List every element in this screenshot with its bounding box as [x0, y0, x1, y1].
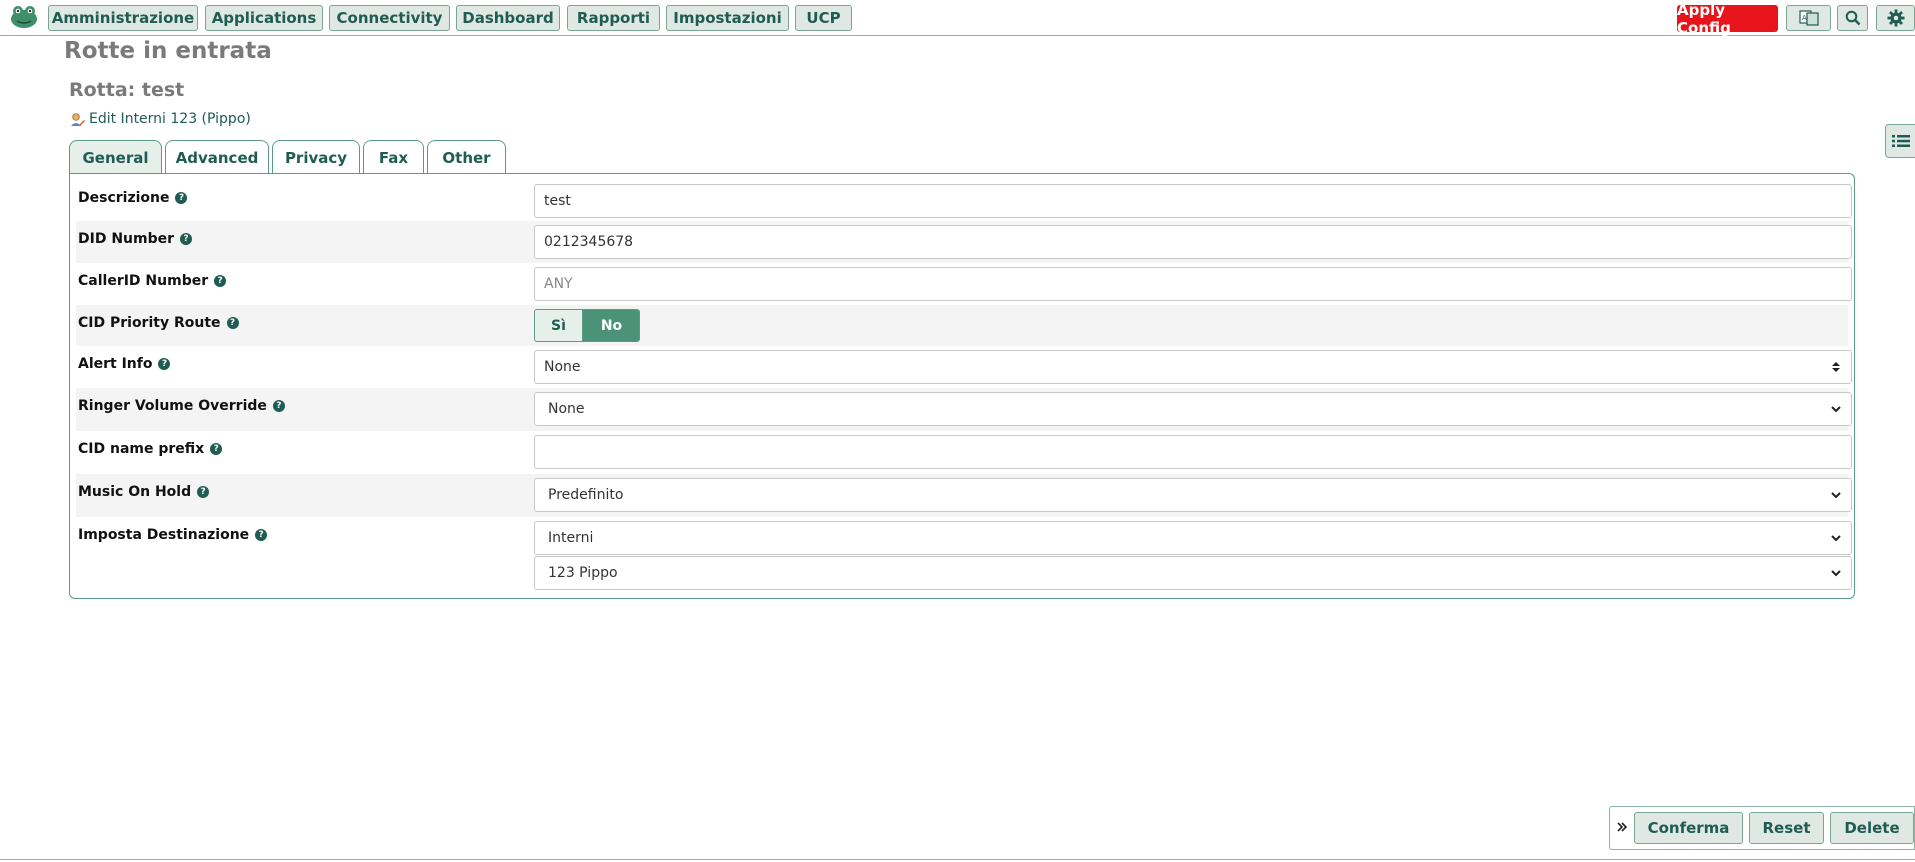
row-did-number: DID Number ? 0212345678: [76, 221, 1852, 263]
edit-extension-link[interactable]: Edit Interni 123 (Pippo): [70, 111, 251, 127]
destination-type-select[interactable]: Interni: [534, 521, 1852, 555]
imposta-destinazione-label: Imposta Destinazione: [78, 527, 250, 543]
descrizione-label: Descrizione: [78, 190, 170, 206]
row-cid-priority-route: CID Priority Route ? Sì No: [76, 305, 1848, 346]
top-navbar: Amministrazione Applications Connectivit…: [0, 0, 1915, 37]
ringer-volume-value: None: [548, 401, 585, 417]
help-icon[interactable]: ?: [180, 233, 193, 245]
did-number-label: DID Number: [78, 231, 175, 247]
search-icon[interactable]: [1837, 5, 1868, 31]
music-on-hold-select[interactable]: Predefinito: [534, 478, 1852, 512]
nav-amministrazione[interactable]: Amministrazione: [48, 5, 198, 31]
page-title: Rotte in entrata: [64, 38, 272, 64]
edit-extension-label: Edit Interni 123 (Pippo): [89, 111, 251, 127]
did-number-input[interactable]: 0212345678: [534, 225, 1852, 259]
destination-target-value: 123 Pippo: [548, 565, 618, 581]
confirm-button[interactable]: Conferma: [1634, 812, 1743, 844]
row-imposta-destinazione: Imposta Destinazione ? Interni 123 Pippo: [76, 517, 1852, 594]
ringer-volume-select[interactable]: None: [534, 392, 1852, 426]
action-bar: Conferma Reset Delete: [1609, 806, 1915, 850]
sort-arrows-icon: [1829, 360, 1843, 374]
alert-info-label: Alert Info: [78, 356, 153, 372]
chevron-down-icon: [1829, 488, 1843, 502]
general-form-panel: Descrizione ? test DID Number ? 02123456…: [69, 173, 1855, 599]
help-icon[interactable]: ?: [214, 275, 227, 287]
help-icon[interactable]: ?: [226, 317, 239, 329]
cid-priority-yes-option[interactable]: Sì: [535, 310, 583, 341]
nav-connectivity[interactable]: Connectivity: [329, 5, 450, 31]
footer-divider: [0, 859, 1915, 860]
reset-button[interactable]: Reset: [1749, 812, 1824, 844]
double-chevron-right-icon[interactable]: [1616, 820, 1628, 838]
nav-rapporti[interactable]: Rapporti: [567, 5, 660, 31]
destination-type-value: Interni: [548, 530, 594, 546]
delete-button[interactable]: Delete: [1830, 812, 1914, 844]
cid-priority-toggle[interactable]: Sì No: [534, 309, 640, 342]
cid-priority-no-option[interactable]: No: [583, 310, 639, 341]
callerid-number-input[interactable]: ANY: [534, 267, 1852, 301]
nav-impostazioni[interactable]: Impostazioni: [666, 5, 789, 31]
list-toggle-icon[interactable]: [1885, 124, 1915, 158]
row-descrizione: Descrizione ? test: [76, 180, 1852, 221]
chevron-down-icon: [1829, 566, 1843, 580]
tab-general[interactable]: General: [69, 140, 162, 175]
cid-name-prefix-input[interactable]: [534, 435, 1852, 469]
language-icon[interactable]: A: [1786, 5, 1831, 31]
help-icon[interactable]: ?: [272, 400, 285, 412]
tab-privacy[interactable]: Privacy: [272, 140, 360, 174]
tab-other[interactable]: Other: [427, 140, 506, 174]
callerid-number-label: CallerID Number: [78, 273, 209, 289]
music-on-hold-value: Predefinito: [548, 487, 624, 503]
frog-logo-icon[interactable]: [8, 4, 40, 30]
chevron-down-icon: [1829, 402, 1843, 416]
tab-fax[interactable]: Fax: [363, 140, 424, 174]
alert-info-value: None: [544, 359, 581, 375]
row-ringer-volume: Ringer Volume Override ? None: [76, 388, 1852, 431]
help-icon[interactable]: ?: [210, 443, 223, 455]
alert-info-select[interactable]: None: [534, 350, 1852, 384]
row-cid-name-prefix: CID name prefix ?: [76, 431, 1852, 474]
cid-priority-route-label: CID Priority Route: [78, 315, 221, 331]
nav-dashboard[interactable]: Dashboard: [456, 5, 560, 31]
help-icon[interactable]: ?: [175, 192, 188, 204]
ringer-volume-label: Ringer Volume Override: [78, 398, 267, 414]
route-subtitle: Rotta: test: [69, 79, 185, 101]
cid-name-prefix-label: CID name prefix: [78, 441, 205, 457]
help-icon[interactable]: ?: [197, 486, 210, 498]
nav-ucp[interactable]: UCP: [795, 5, 852, 31]
row-music-on-hold: Music On Hold ? Predefinito: [76, 474, 1852, 517]
help-icon[interactable]: ?: [158, 358, 171, 370]
nav-applications[interactable]: Applications: [205, 5, 323, 31]
user-edit-icon: [70, 112, 85, 127]
music-on-hold-label: Music On Hold: [78, 484, 192, 500]
apply-config-button[interactable]: Apply Config: [1677, 1, 1778, 37]
gear-icon[interactable]: [1876, 5, 1915, 31]
tab-advanced[interactable]: Advanced: [165, 140, 269, 174]
help-icon[interactable]: ?: [255, 529, 268, 541]
svg-text:A: A: [1802, 14, 1807, 22]
row-callerid-number: CallerID Number ? ANY: [76, 263, 1852, 305]
chevron-down-icon: [1829, 531, 1843, 545]
descrizione-input[interactable]: test: [534, 184, 1852, 218]
row-alert-info: Alert Info ? None: [76, 346, 1852, 388]
destination-target-select[interactable]: 123 Pippo: [534, 556, 1852, 590]
